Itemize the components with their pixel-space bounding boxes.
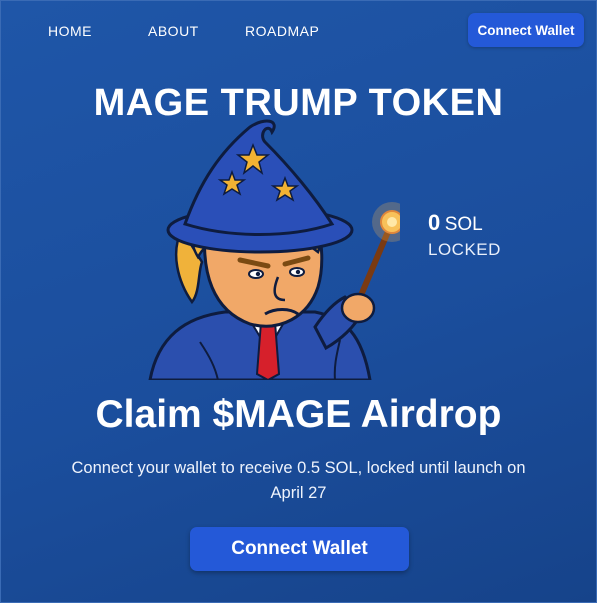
sol-amount: 0 [428, 210, 441, 235]
nav-home-link[interactable]: HOME [48, 23, 92, 39]
top-nav: HOME ABOUT ROADMAP Connect Wallet [0, 0, 597, 62]
wizard-mascot-icon [148, 119, 400, 380]
claim-title: Claim $MAGE Airdrop [95, 393, 502, 436]
nav-roadmap-link[interactable]: ROADMAP [245, 23, 319, 39]
nav-about-link[interactable]: ABOUT [148, 23, 199, 39]
claim-subtitle: Connect your wallet to receive 0.5 SOL, … [71, 459, 526, 502]
sol-status: LOCKED [428, 240, 501, 259]
sol-locked-indicator: 0 SOL LOCKED [428, 210, 501, 260]
nav-connect-wallet-button[interactable]: Connect Wallet [468, 13, 584, 47]
sol-unit: SOL [444, 214, 483, 235]
connect-wallet-button[interactable]: Connect Wallet [190, 527, 409, 571]
